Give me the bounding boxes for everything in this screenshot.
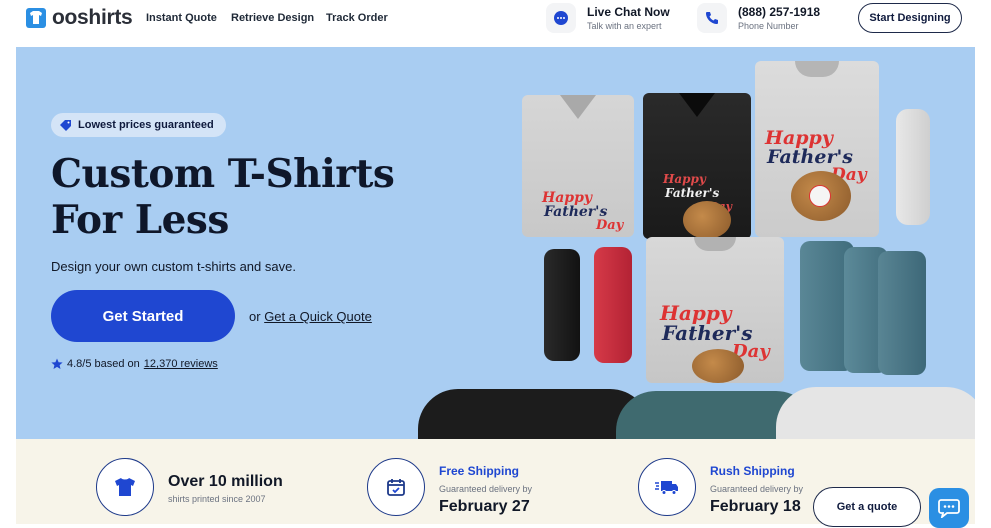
black-tshirt: Happy Father's Day (643, 93, 751, 239)
large-gray-tshirt: Happy Father's Day (755, 61, 879, 237)
lowest-price-badge: Lowest prices guaranteed (51, 113, 226, 137)
live-chat-link[interactable]: Live Chat Now (587, 5, 670, 19)
hero-title: Custom T-Shirts For Less (51, 151, 395, 243)
live-chat-subtitle: Talk with an expert (587, 21, 662, 31)
rating: 4.8/5 based on 12,370 reviews (51, 358, 218, 370)
middle-gray-tshirt: Happy Father's Day (646, 237, 784, 383)
printed-count: Over 10 million (168, 473, 283, 490)
quick-quote-line: or Get a Quick Quote (249, 309, 372, 324)
start-designing-button[interactable]: Start Designing (858, 3, 962, 33)
rolled-red-tshirt (594, 247, 632, 363)
logo-text: ooshirts (52, 6, 133, 29)
free-shipping-date: February 27 (439, 498, 530, 515)
bottom-white-tshirt (776, 387, 975, 439)
calendar-check-icon (367, 458, 425, 516)
free-shipping-note: Guaranteed delivery by (439, 484, 533, 494)
get-a-quote-button[interactable]: Get a quote (813, 487, 921, 527)
badge-text: Lowest prices guaranteed (78, 119, 214, 131)
nav-track-order[interactable]: Track Order (326, 12, 388, 24)
rush-shipping-date: February 18 (710, 498, 801, 515)
phone-number[interactable]: (888) 257-1918 (738, 5, 820, 19)
nav-instant-quote[interactable]: Instant Quote (146, 12, 217, 24)
printed-since: shirts printed since 2007 (168, 494, 266, 504)
hero-section: Lowest prices guaranteed Custom T-Shirts… (16, 47, 975, 439)
free-shipping-title: Free Shipping (439, 464, 520, 478)
rolled-black-tshirt (544, 249, 580, 361)
get-started-button[interactable]: Get Started (51, 290, 235, 342)
reviews-link[interactable]: 12,370 reviews (144, 358, 218, 370)
rating-text: 4.8/5 based on (67, 358, 140, 370)
star-icon (51, 358, 63, 369)
logo-shirt-icon (25, 6, 47, 30)
truck-icon (638, 458, 696, 516)
price-tag-icon (60, 119, 71, 131)
hero-subtitle: Design your own custom t-shirts and save… (51, 259, 296, 274)
rush-shipping-note: Guaranteed delivery by (710, 484, 804, 494)
site-header: ooshirts Instant Quote Retrieve Design T… (0, 0, 991, 47)
hero-title-line-2: For Less (51, 197, 229, 243)
hero-title-line-1: Custom T-Shirts (51, 151, 395, 197)
logo[interactable]: ooshirts (25, 6, 133, 30)
chat-icon[interactable] (546, 3, 576, 33)
phone-icon[interactable] (697, 3, 727, 33)
phone-label: Phone Number (738, 21, 799, 31)
or-text: or (249, 309, 261, 324)
rolled-white-tshirt (896, 109, 930, 225)
tshirt-icon (96, 458, 154, 516)
folded-teal-tshirt-3 (878, 251, 926, 375)
rush-shipping-title: Rush Shipping (710, 464, 795, 478)
quick-quote-link[interactable]: Get a Quick Quote (264, 309, 372, 324)
chat-bubble-icon[interactable] (929, 488, 969, 528)
gray-tshirt: Happy Father's Day (522, 95, 634, 237)
nav-retrieve-design[interactable]: Retrieve Design (231, 12, 314, 24)
